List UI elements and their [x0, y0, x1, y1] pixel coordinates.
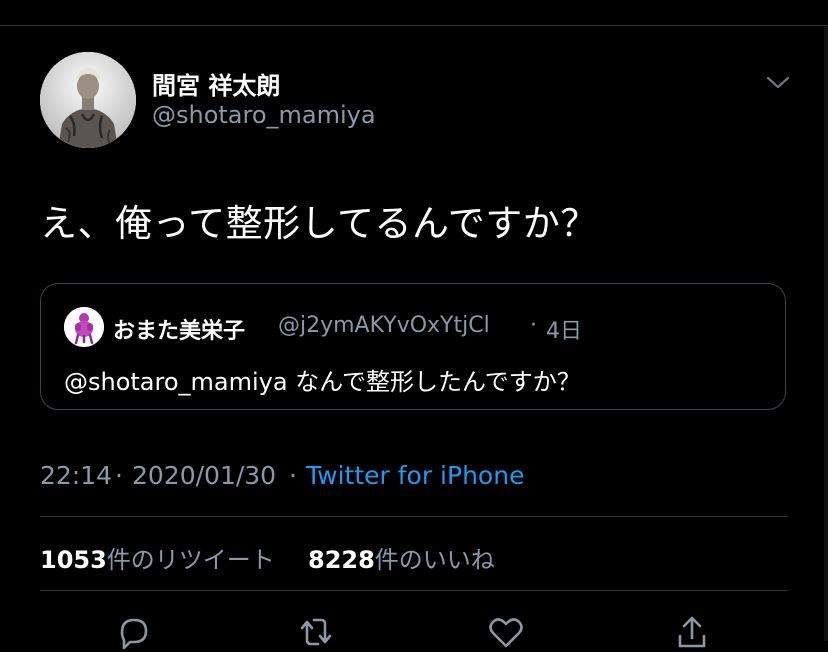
quoted-separator: ·: [530, 313, 537, 338]
likes-stat[interactable]: 8228件のいいね: [308, 540, 495, 575]
quoted-author-avatar: [64, 307, 104, 347]
stats-divider-bottom: [40, 590, 788, 591]
author-display-name[interactable]: 間宮 祥太朗: [152, 66, 280, 101]
like-count: 8228: [308, 546, 375, 574]
author-handle[interactable]: @shotaro_mamiya: [152, 101, 376, 129]
avatar-photo: [40, 52, 136, 148]
header-divider: [0, 25, 828, 26]
tweet-text: え、俺って整形してるんですか？: [40, 202, 598, 245]
reply-icon: [120, 618, 148, 650]
share-button[interactable]: [672, 612, 712, 652]
avatar-photo: [64, 307, 104, 347]
stats-divider-top: [40, 516, 788, 517]
retweet-button[interactable]: [296, 612, 336, 652]
meta-separator: ·: [115, 461, 123, 490]
chevron-down-icon[interactable]: [764, 68, 792, 96]
quoted-author-handle: @j2ymAKYvOxYtjCl: [278, 313, 490, 338]
tweet-time: 22:14: [40, 461, 113, 490]
quoted-author-display-name: おまた美栄子: [113, 319, 246, 344]
retweet-label: 件のリツイート: [106, 546, 275, 574]
retweets-stat[interactable]: 1053件のリツイート: [40, 540, 275, 575]
like-icon: [489, 618, 523, 648]
scrollbar-track[interactable]: [824, 26, 828, 641]
retweet-count: 1053: [40, 546, 107, 574]
retweet-icon: [300, 618, 332, 646]
quoted-tweet-text: @shotaro_mamiya なんで整形したんですか？: [64, 368, 581, 396]
meta-separator: ·: [289, 461, 297, 490]
like-label: 件のいいね: [374, 546, 495, 574]
quoted-time: 4日: [546, 319, 582, 344]
tweet-source-link[interactable]: Twitter for iPhone: [306, 461, 524, 490]
share-icon: [678, 616, 706, 648]
author-avatar[interactable]: [40, 52, 136, 148]
like-button[interactable]: [486, 612, 526, 652]
reply-button[interactable]: [114, 612, 154, 652]
tweet-date: 2020/01/30: [132, 461, 277, 490]
